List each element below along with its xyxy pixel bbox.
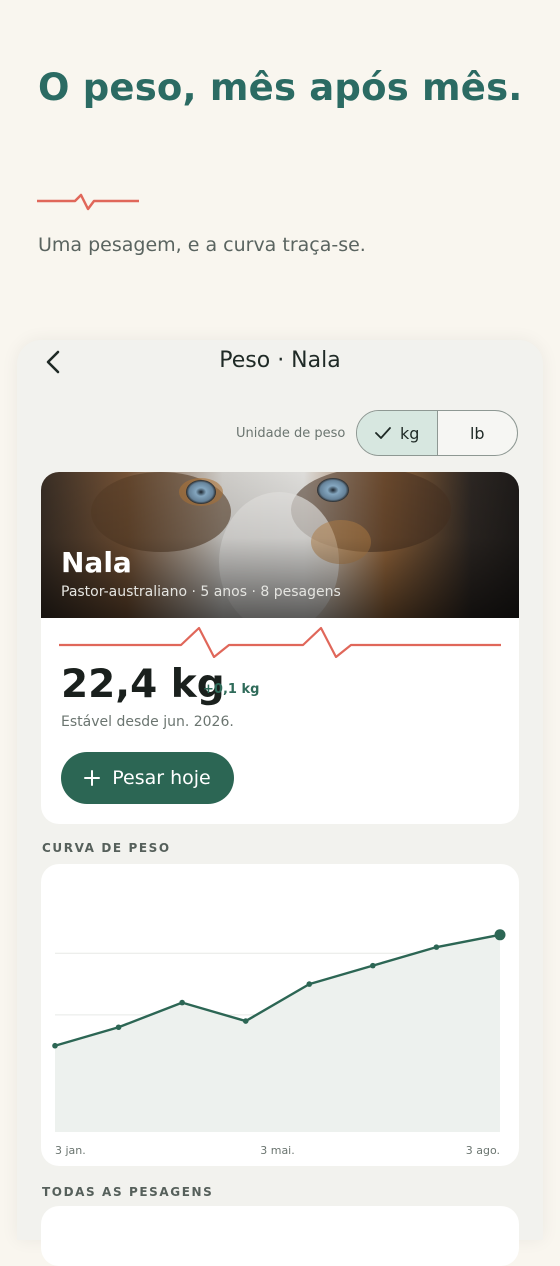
data-point-6	[433, 944, 440, 950]
x-tick-label-1: 3 mai.	[260, 1144, 295, 1157]
unit-label: Unidade de peso	[236, 426, 346, 441]
data-point-1	[115, 1024, 122, 1031]
screen-title: Peso · Nala	[219, 348, 341, 373]
weight-chart-card: 3 jan. 3 mai. 3 ago.	[41, 864, 519, 1166]
weight-delta: +0,1 kg	[203, 682, 260, 697]
unit-option-lb[interactable]: lb	[438, 411, 518, 455]
pet-card: Nala Pastor-australiano · 5 anos · 8 pes…	[41, 472, 519, 824]
weight-chart: 3 jan. 3 mai. 3 ago.	[52, 929, 506, 1157]
data-point-5	[370, 962, 376, 969]
data-point-0	[52, 1042, 58, 1049]
heartbeat-divider	[37, 193, 139, 211]
weigh-today-button[interactable]: Pesar hoje	[61, 752, 234, 804]
check-icon	[375, 427, 391, 439]
phone-screen: Peso · Nala Unidade de peso kg lb Nala P…	[17, 340, 543, 1266]
series-area	[55, 934, 500, 1132]
hero-title: O peso, mês após mês.	[38, 66, 523, 109]
unit-option-kg[interactable]: kg	[357, 411, 438, 455]
weighings-list-card	[41, 1206, 519, 1266]
weigh-today-label: Pesar hoje	[112, 767, 211, 789]
section-label-curve: CURVA DE PESO	[42, 841, 171, 855]
plus-icon	[84, 770, 101, 786]
unit-toggle: kg lb	[356, 410, 518, 456]
heartbeat-line	[59, 626, 501, 658]
data-point-4	[306, 981, 313, 987]
x-tick-label-2: 3 ago.	[466, 1144, 500, 1157]
data-point-2	[179, 999, 185, 1006]
unit-option-lb-label: lb	[469, 423, 485, 443]
x-tick-label-0: 3 jan.	[55, 1144, 86, 1157]
stable-since: Estável desde jun. 2026.	[61, 714, 234, 730]
hero-subtitle: Uma pesagem, e a curva traça-se.	[38, 234, 366, 256]
pet-name: Nala	[61, 546, 132, 579]
section-label-all-weighings: TODAS AS PESAGENS	[42, 1185, 214, 1199]
current-weight: 22,4 kg	[61, 662, 225, 707]
unit-option-kg-label: kg	[400, 423, 420, 443]
data-point-3	[242, 1018, 249, 1024]
pet-meta: Pastor-australiano · 5 anos · 8 pesagens	[61, 584, 341, 600]
data-point-7	[494, 929, 506, 941]
